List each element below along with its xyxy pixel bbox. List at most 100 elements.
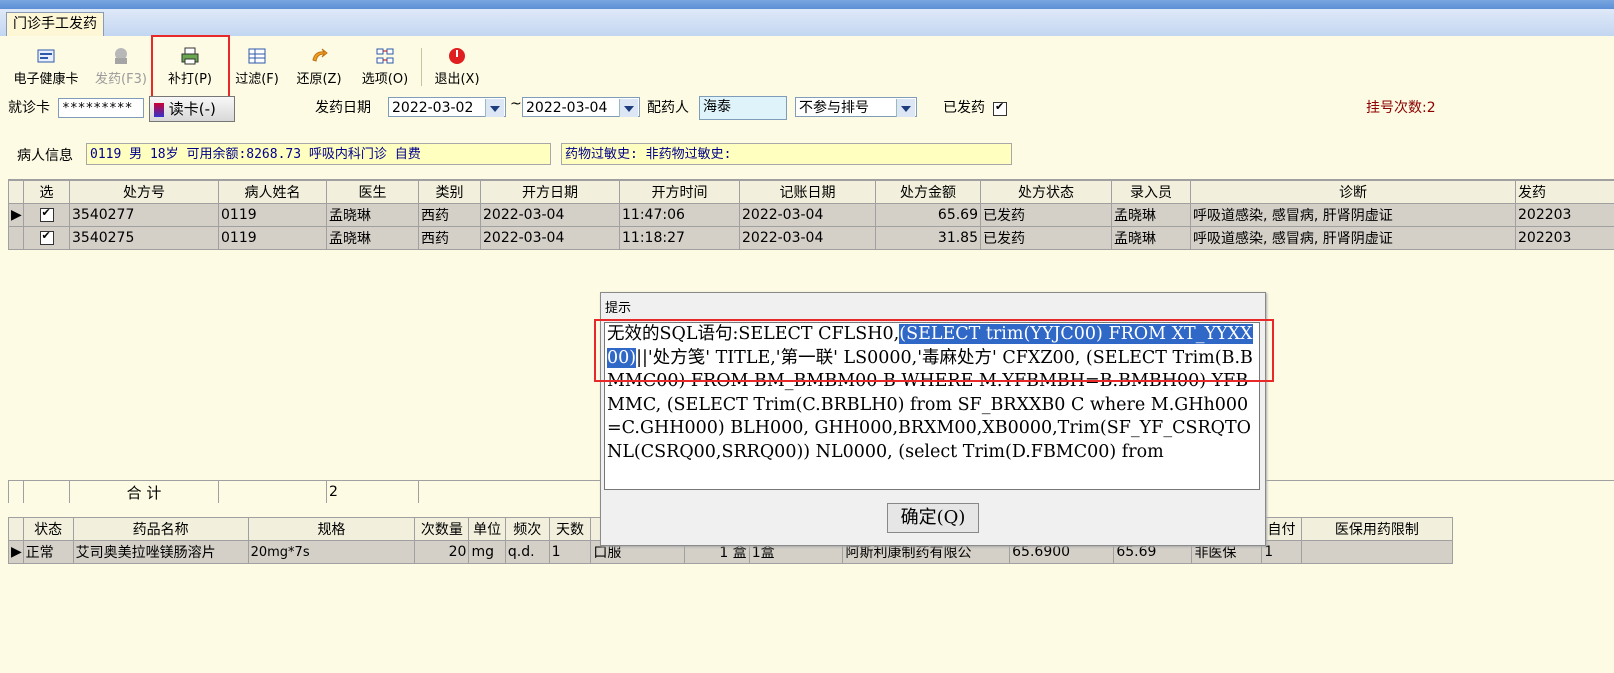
chevron-down-icon[interactable] bbox=[896, 99, 915, 117]
checkmark-icon bbox=[39, 229, 54, 245]
cell[interactable]: 20mg*7s bbox=[247, 540, 416, 564]
cell[interactable]: 1 bbox=[548, 540, 592, 564]
cell[interactable]: 20 bbox=[414, 540, 470, 564]
chevron-down-icon[interactable] bbox=[485, 99, 504, 117]
checkmark-icon bbox=[993, 100, 1007, 116]
options-button[interactable]: 选项(O) bbox=[355, 46, 415, 90]
card-label: 就诊卡 bbox=[8, 100, 50, 116]
cell[interactable]: 11:18:27 bbox=[619, 226, 740, 250]
col-header[interactable]: 处方状态 bbox=[980, 180, 1112, 204]
cell[interactable]: 孟晓琳 bbox=[326, 203, 419, 227]
cell[interactable]: 正常 bbox=[22, 540, 74, 564]
col-header[interactable]: 处方金额 bbox=[875, 180, 981, 204]
cell[interactable]: 3540277 bbox=[69, 203, 219, 227]
cell[interactable]: 2022-03-04 bbox=[480, 226, 620, 250]
filter-button[interactable]: 过滤(F) bbox=[228, 46, 286, 90]
cell[interactable]: 1 bbox=[1261, 540, 1302, 564]
col-header[interactable]: 单位 bbox=[468, 517, 506, 541]
cell[interactable]: 3540275 bbox=[69, 226, 219, 250]
cell[interactable]: 已发药 bbox=[980, 226, 1112, 250]
cell[interactable]: 0119 bbox=[218, 203, 327, 227]
dispensed-label: 已发药 bbox=[943, 100, 985, 116]
power-icon bbox=[449, 48, 465, 64]
health-card-button[interactable]: 电子健康卡 bbox=[8, 46, 84, 90]
toolbar-separator bbox=[421, 48, 422, 86]
dispensed-checkbox[interactable] bbox=[993, 100, 1007, 117]
date-from-picker[interactable]: 2022-03-02 bbox=[388, 97, 506, 117]
cell[interactable]: 西药 bbox=[418, 226, 481, 250]
col-header[interactable]: 次数量 bbox=[414, 517, 470, 541]
totals-count: 2 bbox=[326, 480, 419, 503]
cell[interactable]: 202203 bbox=[1515, 226, 1614, 250]
cell[interactable]: 2022-03-04 bbox=[739, 203, 876, 227]
row-pointer-icon: ▶ bbox=[8, 540, 24, 564]
col-header[interactable]: 记账日期 bbox=[739, 180, 876, 204]
col-header[interactable]: 医保用药限制 bbox=[1300, 517, 1454, 541]
col-header[interactable]: 类别 bbox=[418, 180, 481, 204]
reprint-highlight-box bbox=[151, 35, 230, 101]
cell[interactable]: 2022-03-04 bbox=[480, 203, 620, 227]
col-header[interactable]: 录入员 bbox=[1111, 180, 1191, 204]
select-checkbox[interactable] bbox=[23, 203, 70, 227]
options-icon bbox=[376, 48, 394, 64]
dispense-button[interactable]: 发药(F3) bbox=[90, 46, 152, 90]
cell[interactable]: mg bbox=[468, 540, 506, 564]
col-header[interactable]: 开方时间 bbox=[619, 180, 740, 204]
col-header[interactable]: 选 bbox=[23, 180, 70, 204]
read-card-label: 读卡(-) bbox=[168, 100, 216, 118]
cell[interactable]: 11:47:06 bbox=[619, 203, 740, 227]
cell[interactable]: 已发药 bbox=[980, 203, 1112, 227]
exit-button[interactable]: 退出(X) bbox=[428, 46, 486, 90]
cell[interactable]: 0119 bbox=[218, 226, 327, 250]
dispense-label: 发药(F3) bbox=[95, 72, 147, 87]
cell[interactable]: 202203 bbox=[1515, 203, 1614, 227]
col-header[interactable]: 频次 bbox=[504, 517, 550, 541]
col-header[interactable]: 医生 bbox=[326, 180, 419, 204]
col-header[interactable]: 天数 bbox=[548, 517, 592, 541]
cell[interactable] bbox=[1300, 540, 1454, 564]
restore-label: 还原(Z) bbox=[296, 72, 342, 87]
cell[interactable]: 孟晓琳 bbox=[326, 226, 419, 250]
pharmacist-input[interactable]: 海泰 bbox=[699, 96, 787, 120]
select-checkbox[interactable] bbox=[23, 226, 70, 250]
cell[interactable]: 西药 bbox=[418, 203, 481, 227]
date-from-value: 2022-03-02 bbox=[392, 100, 474, 116]
row-pointer-cell bbox=[8, 226, 24, 250]
cell[interactable]: 孟晓琳 bbox=[1111, 203, 1191, 227]
table-row[interactable]: ▶ 3540277 0119 孟晓琳 西药 2022-03-04 11:47:0… bbox=[8, 203, 1614, 227]
row-indicator-header bbox=[8, 517, 24, 541]
date-to-picker[interactable]: 2022-03-04 bbox=[522, 97, 640, 117]
col-header[interactable]: 规格 bbox=[247, 517, 416, 541]
exit-label: 退出(X) bbox=[434, 72, 480, 87]
cell[interactable]: 2022-03-04 bbox=[739, 226, 876, 250]
chevron-down-icon[interactable] bbox=[619, 99, 638, 117]
tab-outpatient-dispense[interactable]: 门诊手工发药 bbox=[6, 12, 104, 36]
queue-select-value: 不参与排号 bbox=[799, 100, 869, 116]
queue-select[interactable]: 不参与排号 bbox=[795, 97, 917, 117]
table-row[interactable]: 3540275 0119 孟晓琳 西药 2022-03-04 11:18:27 … bbox=[8, 226, 1614, 250]
cell[interactable]: q.d. bbox=[504, 540, 550, 564]
col-header[interactable]: 处方号 bbox=[69, 180, 219, 204]
col-header[interactable]: 药品名称 bbox=[72, 517, 249, 541]
cell[interactable]: 31.85 bbox=[875, 226, 981, 250]
sql-highlight-box bbox=[594, 319, 1274, 382]
col-header[interactable]: 发药 bbox=[1515, 180, 1614, 204]
checkmark-icon bbox=[39, 206, 54, 222]
cell[interactable]: 呼吸道感染, 感冒病, 肝肾阴虚证 bbox=[1190, 203, 1516, 227]
cell[interactable]: 65.69 bbox=[875, 203, 981, 227]
cell[interactable]: 艾司奥美拉唑镁肠溶片 bbox=[72, 540, 249, 564]
card-reader-icon bbox=[154, 102, 164, 117]
cell[interactable]: 孟晓琳 bbox=[1111, 226, 1191, 250]
card-input[interactable]: ********* bbox=[58, 98, 144, 118]
dialog-title: 提示 bbox=[605, 301, 632, 316]
row-pointer-icon: ▶ bbox=[8, 203, 24, 227]
cell[interactable]: 呼吸道感染, 感冒病, 肝肾阴虚证 bbox=[1190, 226, 1516, 250]
read-card-button[interactable]: 读卡(-) bbox=[149, 96, 235, 122]
col-header[interactable]: 诊断 bbox=[1190, 180, 1516, 204]
restore-button[interactable]: 还原(Z) bbox=[290, 46, 348, 90]
ok-button[interactable]: 确定(Q) bbox=[887, 503, 979, 533]
col-header[interactable]: 开方日期 bbox=[480, 180, 620, 204]
col-header[interactable]: 状态 bbox=[22, 517, 74, 541]
col-header[interactable]: 自付 bbox=[1261, 517, 1302, 541]
col-header[interactable]: 病人姓名 bbox=[218, 180, 327, 204]
